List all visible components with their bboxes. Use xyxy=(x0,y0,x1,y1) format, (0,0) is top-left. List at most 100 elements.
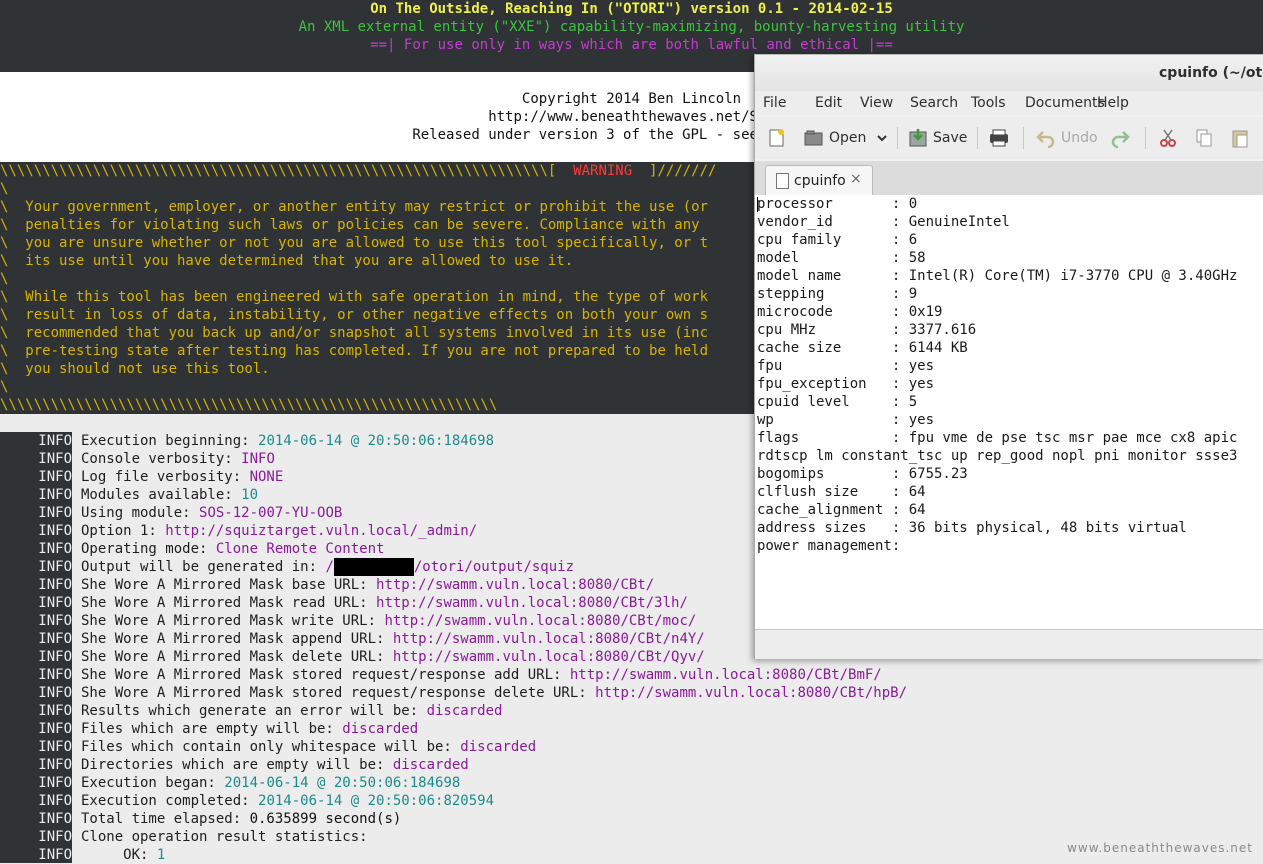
log-value: http://swamm.vuln.local:8080/CBt/n4Y/ xyxy=(392,631,705,647)
log-label: Operating mode: xyxy=(81,541,216,557)
log-label: Files which are empty will be: xyxy=(81,721,343,737)
log-label: Modules available: xyxy=(81,487,242,503)
menu-edit[interactable]: Edit xyxy=(815,95,842,111)
save-button[interactable]: Save xyxy=(907,125,967,151)
log-message: Directories which are empty will be: dis… xyxy=(81,756,469,774)
menu-tools[interactable]: Tools xyxy=(971,95,1006,111)
log-level: INFO xyxy=(38,829,72,845)
log-value: http://swamm.vuln.local:8080/CBt/moc/ xyxy=(384,613,697,629)
log-level: INFO xyxy=(38,649,72,665)
copy-button[interactable] xyxy=(1193,125,1215,151)
log-message: Using module: SOS-12-007-YU-OOB xyxy=(81,504,342,522)
log-label: She Wore A Mirrored Mask read URL: xyxy=(81,595,377,611)
log-value: 1 xyxy=(156,847,166,863)
document-tabs: cpuinfo × xyxy=(755,161,1263,196)
warning-line: \ recommended that you back up and/or sn… xyxy=(0,325,709,341)
log-message: Option 1: http://squiztarget.vuln.local/… xyxy=(81,522,477,540)
new-document-icon xyxy=(769,129,784,147)
paste-button[interactable] xyxy=(1229,125,1251,151)
editor-line: wp : yes xyxy=(757,412,935,428)
editor-line: cache_alignment : 64 xyxy=(757,502,926,518)
toolbar-separator xyxy=(897,127,898,149)
log-message: Total time elapsed: 0.635899 second(s) xyxy=(81,810,401,828)
log-label: Total time elapsed: xyxy=(81,811,250,827)
warning-header: \\\\\\\\\\\\\\\\\\\\\\\\\\\\\\\\\\\\\\\\… xyxy=(0,162,716,180)
log-value: discarded xyxy=(460,739,537,755)
log-level: INFO xyxy=(38,613,72,629)
close-icon[interactable]: × xyxy=(850,171,862,187)
menu-file[interactable]: File xyxy=(763,95,786,111)
menu-help[interactable]: Help xyxy=(1097,95,1129,111)
paste-icon xyxy=(1232,130,1248,148)
log-label: Output will be generated in: xyxy=(81,559,326,575)
editor-line: address sizes : 36 bits physical, 48 bit… xyxy=(757,520,1187,536)
copy-icon xyxy=(1196,129,1212,147)
redacted-text xyxy=(333,558,414,576)
log-level: INFO xyxy=(38,739,72,755)
open-button[interactable]: Open xyxy=(803,125,888,151)
log-level: INFO xyxy=(38,559,72,575)
redo-icon xyxy=(1111,131,1130,149)
window-titlebar[interactable]: cpuinfo (~/otori xyxy=(755,55,1263,91)
log-label: Files which contain only whitespace will… xyxy=(81,739,461,755)
cut-button[interactable] xyxy=(1157,125,1179,151)
log-level: INFO xyxy=(38,811,72,827)
log-value: http://swamm.vuln.local:8080/CBt/BmF/ xyxy=(569,667,882,683)
menu-search[interactable]: Search xyxy=(910,95,958,111)
log-level: INFO xyxy=(38,541,72,557)
log-label: Console verbosity: xyxy=(81,451,242,467)
toolbar: Open Save Undo xyxy=(755,117,1263,159)
new-document-button[interactable] xyxy=(765,125,787,151)
warning-line: \ its use until you have determined that… xyxy=(0,253,574,269)
menu-documents[interactable]: Documents xyxy=(1025,95,1105,111)
menu-view[interactable]: View xyxy=(860,95,893,111)
print-button[interactable] xyxy=(987,125,1011,151)
log-message: Execution completed: 2014-06-14 @ 20:50:… xyxy=(81,792,494,810)
log-level: INFO xyxy=(38,577,72,593)
editor-line: model name : Intel(R) Core(TM) i7-3770 C… xyxy=(757,268,1238,284)
log-message: Modules available: 10 xyxy=(81,486,258,504)
log-message: She Wore A Mirrored Mask delete URL: htt… xyxy=(81,648,705,666)
banner-subtitle: An XML external entity ("XXE") capabilit… xyxy=(298,19,965,35)
log-message: Log file verbosity: NONE xyxy=(81,468,283,486)
warning-line: \ penalties for violating such laws or p… xyxy=(0,217,700,233)
log-message: She Wore A Mirrored Mask read URL: http:… xyxy=(81,594,688,612)
warning-label: WARNING xyxy=(573,163,633,179)
watermark: www.beneaththewaves.net xyxy=(1067,841,1253,855)
redo-button[interactable] xyxy=(1109,125,1131,151)
log-message: Execution beginning: 2014-06-14 @ 20:50:… xyxy=(81,432,494,450)
log-value: 2014-06-14 @ 20:50:06:184698 xyxy=(224,775,461,791)
warning-border-right: ]/////// xyxy=(632,163,717,179)
editor-line: vendor_id : GenuineIntel xyxy=(757,214,1010,230)
log-value: Clone Remote Content xyxy=(215,541,385,557)
warning-line: \ xyxy=(0,271,9,287)
log-message: She Wore A Mirrored Mask base URL: http:… xyxy=(81,576,654,594)
editor-line: cpu family : 6 xyxy=(757,232,918,248)
undo-button[interactable]: Undo xyxy=(1035,125,1098,151)
log-level: INFO xyxy=(38,433,72,449)
printer-icon xyxy=(990,129,1008,147)
banner-title: On The Outside, Reaching In ("OTORI") ve… xyxy=(370,1,893,17)
log-level: INFO xyxy=(38,793,72,809)
log-label: She Wore A Mirrored Mask append URL: xyxy=(81,631,393,647)
log-level: INFO xyxy=(38,703,72,719)
log-message: Clone operation result statistics: xyxy=(81,828,368,846)
log-level: INFO xyxy=(38,667,72,683)
tab-cpuinfo[interactable]: cpuinfo × xyxy=(765,165,873,196)
gedit-window[interactable]: cpuinfo (~/otori File Edit View Search T… xyxy=(754,54,1263,659)
banner-notice: ==| For use only in ways which are both … xyxy=(370,37,893,53)
log-value: http://swamm.vuln.local:8080/CBt/3lh/ xyxy=(376,595,688,611)
editor-line: rdtscp lm constant_tsc up rep_good nopl … xyxy=(757,448,1238,464)
warning-line: \ pre-testing state after testing has co… xyxy=(0,343,709,359)
editor-line: bogomips : 6755.23 xyxy=(757,466,968,482)
log-level: INFO xyxy=(38,685,72,701)
editor-line: fpu : yes xyxy=(757,358,935,374)
text-editor[interactable]: processor : 0 vendor_id : GenuineIntel cpu… xyxy=(755,195,1263,629)
log-label: Execution began: xyxy=(81,775,225,791)
log-value: 2014-06-14 @ 20:50:06:820594 xyxy=(258,793,495,809)
log-value: http://swamm.vuln.local:8080/CBt/ xyxy=(376,577,655,593)
log-value: 10 xyxy=(241,487,259,503)
log-value: discarded xyxy=(392,757,469,773)
warning-line: \ you are unsure whether or not you are … xyxy=(0,235,709,251)
chevron-down-icon[interactable] xyxy=(876,132,888,144)
